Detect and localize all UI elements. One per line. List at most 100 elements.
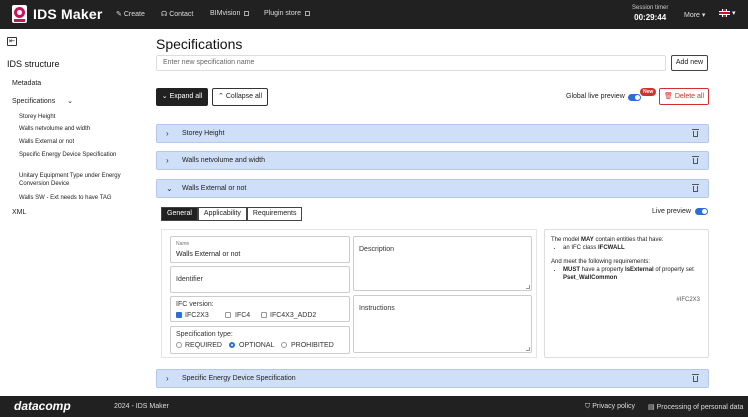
language-selector[interactable]: ▾ [719,9,736,17]
top-navbar: IDS Maker ✎ Create ☊ Contact BIMvision Plu… [0,0,748,29]
sidebar-item-specifications[interactable]: Specifications ⌄ [12,97,73,105]
nav-create[interactable]: ✎ Create [116,10,145,19]
name-value: Walls External or not [176,251,241,258]
live-preview-label: Live preview [652,208,691,215]
brand-title[interactable]: IDS Maker [33,6,103,22]
sidebar-item-xml[interactable]: XML [12,209,26,216]
spec-row-expanded[interactable]: ⌄ Walls External or not [156,179,709,198]
datacomp-logo[interactable]: datacomp [14,399,71,413]
sidebar-spec-item[interactable]: Storey Height [19,113,129,121]
spec-name: Specific Energy Device Specification [182,375,296,382]
chevron-right-icon: › [166,374,169,383]
chevron-down-icon: ▾ [732,10,736,17]
ifc4-checkbox[interactable] [225,312,231,318]
chevron-down-icon: ▾ [701,12,706,19]
spec-type-label: Specification type: [176,331,233,338]
chevron-down-icon: ⌄ [166,184,173,193]
uk-flag-icon [719,9,730,17]
trash-icon[interactable] [692,374,699,382]
sidebar-spec-item[interactable]: Walls External or not [19,138,129,146]
spec-name: Storey Height [182,130,225,137]
resize-handle-icon[interactable] [526,347,530,351]
spec-name: Walls External or not [182,185,247,192]
session-timer-label: Session timer [632,5,669,11]
description-textarea[interactable]: Description [353,236,532,291]
add-new-button[interactable]: Add new [671,55,708,71]
page-title: Specifications [156,36,243,52]
footer-copyright: 2024 - IDS Maker [114,403,169,410]
chevron-down-icon: ⌄ [67,98,74,105]
preview-intro: The model MAY contain entities that have… [551,237,664,243]
spec-name: Walls netvolume and width [182,157,266,164]
sidebar-item-metadata[interactable]: Metadata [12,80,41,87]
spec-type-group: Specification type: REQUIRED OPTIONAL PR… [170,326,350,354]
expand-all-button[interactable]: ⌄ Expand all [156,88,208,106]
required-radio[interactable] [176,342,182,348]
personal-data-link[interactable]: ▤ Processing of personal data [648,403,743,411]
nav-bimvision[interactable]: BIMvision [210,10,250,17]
preview-applicability-item: an IFC class IFCWALL [563,244,702,252]
spec-row[interactable]: › Walls netvolume and width [156,151,709,170]
chevron-right-icon: › [166,156,169,165]
spec-row[interactable]: › Storey Height [156,124,709,143]
identifier-label: Identifier [176,276,203,283]
sidebar-spec-item[interactable]: Walls SW - Ext needs to have TAG [19,194,129,202]
document-icon: ▤ [648,404,655,411]
new-spec-input[interactable]: Enter new specification name [156,55,666,71]
ifc2x3-label: IFC2X3 [185,312,209,319]
chevron-down-icon: ⌄ [161,93,168,100]
optional-radio[interactable] [229,342,235,348]
ids-maker-logo[interactable] [12,5,27,23]
sidebar-spec-item[interactable]: Walls netvolume and width [19,125,129,133]
sidebar-spec-item[interactable]: Specific Energy Device Specification [19,151,129,159]
nav-plugin-store[interactable]: Plugin store [264,10,310,17]
ifc4x3-label: IFC4X3_ADD2 [270,312,317,319]
general-form: Name Walls External or not Identifier IF… [161,229,537,358]
global-live-preview-toggle[interactable] [628,94,641,101]
required-label: REQUIRED [185,342,222,349]
instructions-label: Instructions [359,305,395,312]
identifier-field[interactable]: Identifier [170,266,350,293]
trash-icon[interactable] [692,156,699,164]
new-badge: New [640,88,657,96]
more-menu[interactable]: More ▾ [684,11,705,19]
tab-applicability[interactable]: Applicability [197,207,247,221]
prohibited-radio[interactable] [281,342,287,348]
external-link-icon [244,11,250,16]
description-label: Description [359,246,395,253]
resize-handle-icon[interactable] [526,285,530,289]
trash-icon: 🗑 [663,93,673,100]
spec-row[interactable]: › Specific Energy Device Specification [156,369,709,388]
ifc4-label: IFC4 [235,312,251,319]
sidebar: ⇤ IDS structure Metadata Specifications … [0,29,144,393]
trash-icon[interactable] [692,129,699,137]
preview-requirement-item: MUST have a property IsExternal of prope… [563,266,702,282]
chevron-up-icon: ⌃ [217,93,224,100]
external-link-icon [304,11,310,16]
chevron-right-icon: › [166,129,169,138]
nav-contact[interactable]: ☊ Contact [161,10,193,19]
pencil-icon: ✎ [116,11,122,18]
tab-requirements[interactable]: Requirements [246,207,303,221]
shield-icon: ⛉ [585,403,591,410]
delete-all-button[interactable]: 🗑 Delete all [659,88,709,105]
footer: datacomp 2024 - IDS Maker ⛉ Privacy poli… [0,396,748,417]
ifc-version-tag: #IFC2X3 [676,297,700,303]
name-field[interactable]: Name Walls External or not [170,236,350,263]
privacy-policy-link[interactable]: ⛉ Privacy policy [585,403,635,411]
session-timer: Session timer 00:29:44 [632,5,668,22]
headset-icon: ☊ [161,11,168,18]
instructions-textarea[interactable]: Instructions [353,295,532,353]
collapse-sidebar-button[interactable]: ⇤ [7,37,17,46]
live-preview-panel: The model MAY contain entities that have… [544,229,709,358]
trash-icon[interactable] [692,184,699,192]
ifc2x3-checkbox[interactable] [176,312,182,318]
name-label: Name [176,241,190,247]
global-live-preview-label: Global live preview [566,93,625,100]
tab-general[interactable]: General [161,207,198,221]
prohibited-label: PROHIBITED [291,342,334,349]
live-preview-toggle[interactable] [695,208,708,215]
ifc4x3-checkbox[interactable] [261,312,267,318]
collapse-all-button[interactable]: ⌃ Collapse all [212,88,268,106]
sidebar-spec-item[interactable]: Unitary Equipment Type under Energy Conv… [19,172,129,188]
